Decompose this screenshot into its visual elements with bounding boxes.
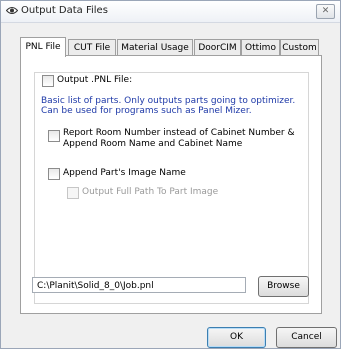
append-image-checkbox[interactable] — [48, 168, 60, 180]
description-line-2: Can be used for programs such as Panel M… — [41, 106, 252, 116]
full-path-checkbox[interactable] — [67, 187, 79, 199]
output-pnl-label: Output .PNL File: — [57, 75, 133, 85]
eye-icon — [5, 6, 19, 15]
room-number-option[interactable]: Report Room Number instead of Cabinet Nu… — [48, 128, 294, 150]
title-bar: Output Data Files ✕ — [1, 1, 340, 23]
ok-button[interactable]: OK — [207, 327, 266, 348]
pnl-options-group: Output .PNL File: Basic list of parts. O… — [34, 72, 309, 304]
pnl-file-path-input[interactable]: C:\Planit\Solid_8_0\Job.pnl — [32, 277, 246, 293]
tab-ottimo[interactable]: Ottimo — [241, 39, 280, 56]
cancel-button[interactable]: Cancel — [276, 327, 337, 348]
output-pnl-checkbox[interactable] — [42, 75, 54, 87]
room-number-label: Report Room Number instead of Cabinet Nu… — [63, 128, 295, 149]
full-path-option[interactable]: Output Full Path To Part Image — [67, 187, 218, 199]
append-image-option[interactable]: Append Part's Image Name — [48, 168, 186, 180]
append-image-label: Append Part's Image Name — [63, 168, 186, 178]
tab-pnl-file[interactable]: PNL File — [20, 37, 66, 57]
output-data-files-dialog: Output Data Files ✕ PNL File CUT File Ma… — [0, 0, 341, 349]
full-path-label: Output Full Path To Part Image — [82, 187, 219, 197]
tab-cut-file[interactable]: CUT File — [68, 39, 116, 56]
room-number-checkbox[interactable] — [48, 130, 60, 142]
close-button[interactable]: ✕ — [316, 4, 335, 19]
output-pnl-option[interactable]: Output .PNL File: — [42, 75, 132, 87]
window-title: Output Data Files — [21, 5, 108, 16]
tab-material-usage[interactable]: Material Usage — [117, 39, 193, 56]
browse-button[interactable]: Browse — [258, 276, 309, 297]
tab-doorcim[interactable]: DoorCIM — [194, 39, 241, 56]
close-icon: ✕ — [321, 6, 330, 16]
tab-custom[interactable]: Custom — [280, 39, 319, 56]
